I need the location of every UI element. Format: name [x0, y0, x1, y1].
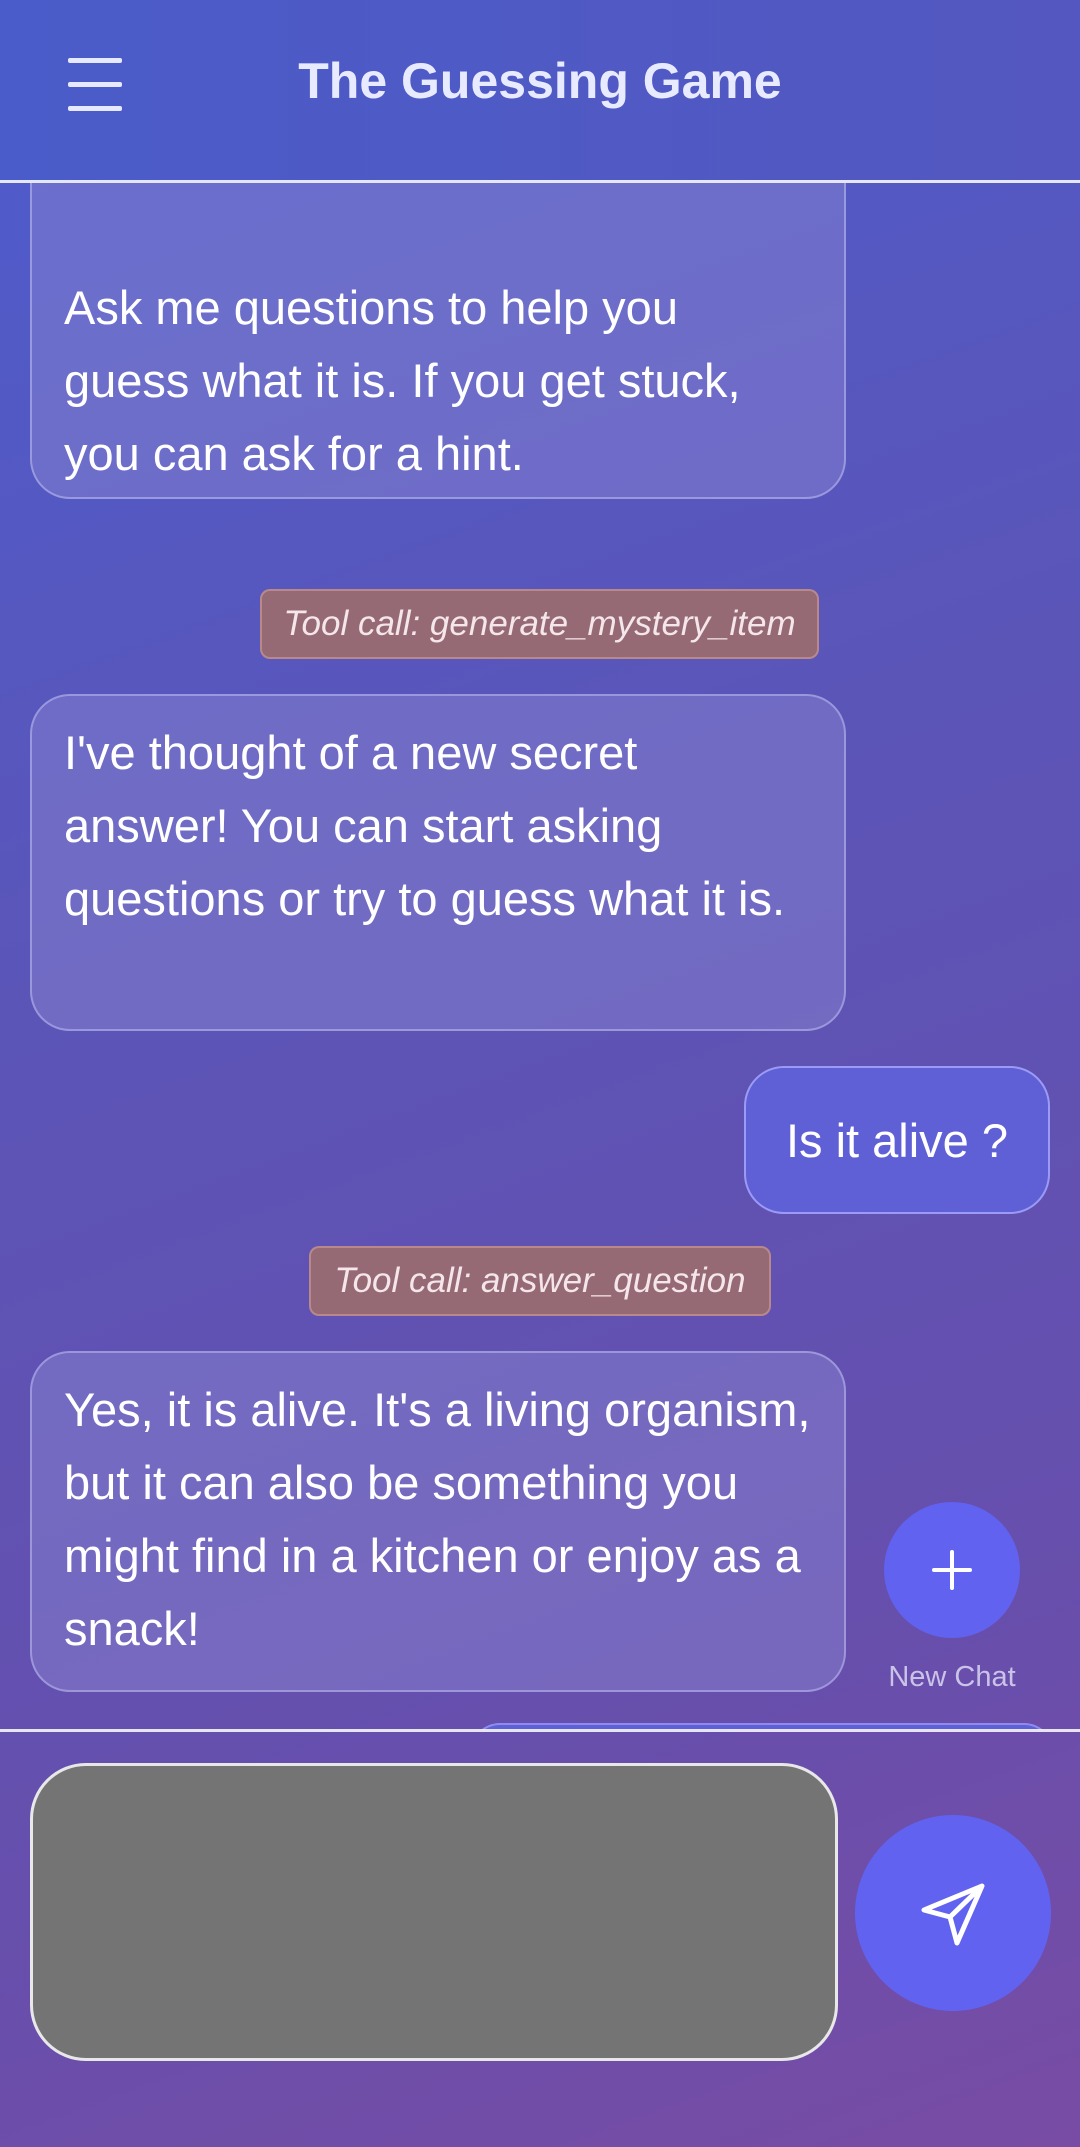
tool-call-badge: Tool call: answer_question [309, 1246, 771, 1316]
message-input[interactable] [30, 1763, 838, 2061]
plus-icon [932, 1550, 972, 1590]
user-message: Is it alive ? [743, 1066, 1050, 1214]
assistant-message: Yes, it is alive. It's a living organism… [30, 1351, 846, 1692]
page-title: The Guessing Game [298, 53, 782, 109]
assistant-message: I've thought of a new secret answer! You… [30, 694, 846, 1031]
assistant-message: as the SECRET ANSWER. Ask me questions t… [30, 183, 846, 499]
send-button[interactable] [855, 1815, 1051, 2011]
tool-call-badge: Tool call: generate_mystery_item [260, 589, 819, 659]
send-icon [921, 1883, 985, 1946]
composer-divider [0, 1729, 1080, 1732]
chat-log[interactable]: as the SECRET ANSWER. Ask me questions t… [0, 183, 1080, 1730]
app-header: The Guessing Game [0, 0, 1080, 183]
new-chat-button[interactable] [884, 1502, 1020, 1638]
new-chat-label: New Chat [888, 1661, 1016, 1693]
